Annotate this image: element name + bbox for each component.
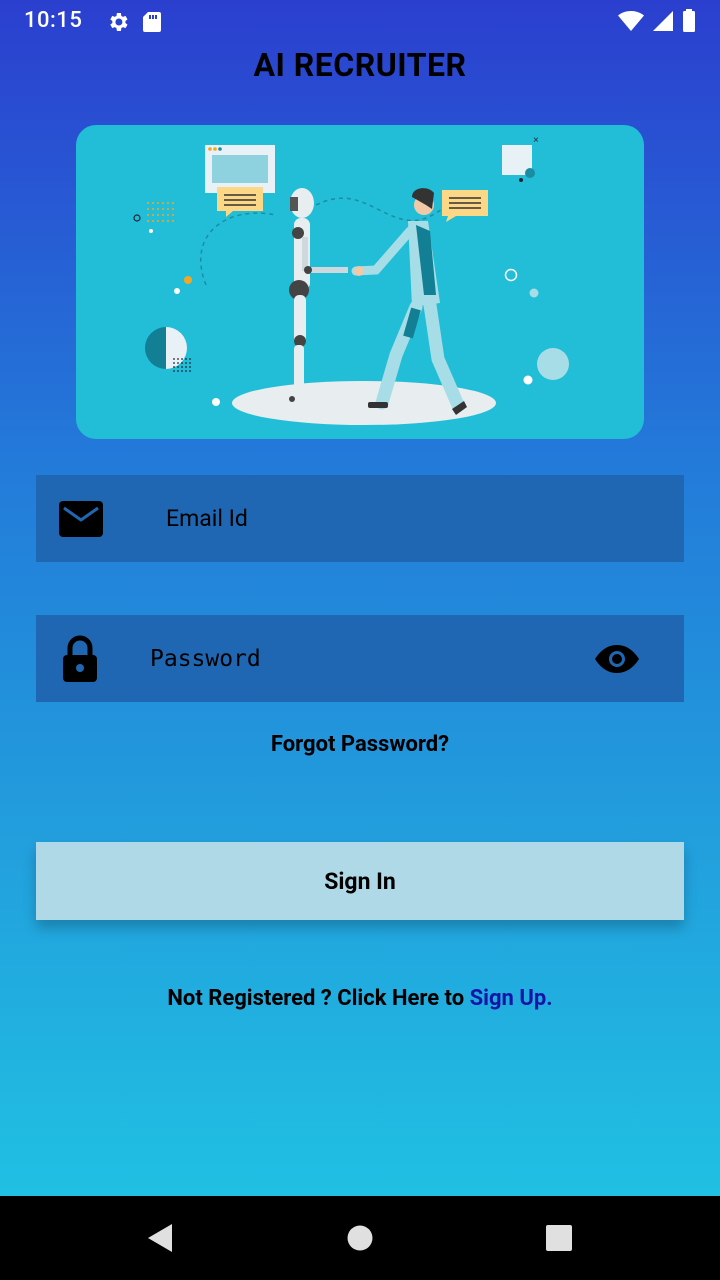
status-left-icons: [106, 10, 162, 34]
password-input[interactable]: [148, 637, 572, 680]
sd-card-icon: [143, 12, 161, 32]
hero-illustration: ×: [76, 125, 644, 439]
robot-handshake-illustration: ×: [133, 135, 569, 425]
login-screen: 10:15 AI RECRUITER × Email Id Forgot Pas…: [0, 0, 720, 1280]
home-icon[interactable]: [346, 1224, 374, 1252]
forgot-password-link[interactable]: Forgot Password?: [0, 732, 720, 757]
status-right-icons: [618, 9, 696, 33]
wifi-icon: [618, 11, 644, 31]
svg-text:×: ×: [533, 135, 539, 146]
register-prompt: Not Registered ? Click Here to Sign Up.: [0, 986, 720, 1011]
lock-icon: [63, 635, 97, 682]
back-icon[interactable]: [146, 1223, 174, 1253]
register-prompt-text: Not Registered ? Click Here to: [167, 986, 470, 1011]
email-field[interactable]: [36, 475, 684, 562]
gear-icon: [110, 13, 128, 31]
signal-icon: [653, 11, 673, 31]
status-bar: 10:15: [0, 0, 720, 44]
mail-icon: [59, 500, 103, 537]
app-title: AI RECRUITER: [253, 46, 467, 84]
battery-icon: [683, 9, 695, 32]
eye-icon[interactable]: [594, 644, 640, 674]
recents-icon[interactable]: [545, 1224, 573, 1252]
status-time: 10:15: [24, 8, 83, 33]
password-field[interactable]: [36, 615, 684, 702]
sign-up-link[interactable]: Sign Up.: [470, 986, 553, 1011]
email-input[interactable]: [164, 497, 648, 540]
navigation-bar: [0, 1196, 720, 1280]
sign-in-button[interactable]: Sign In: [36, 842, 684, 920]
